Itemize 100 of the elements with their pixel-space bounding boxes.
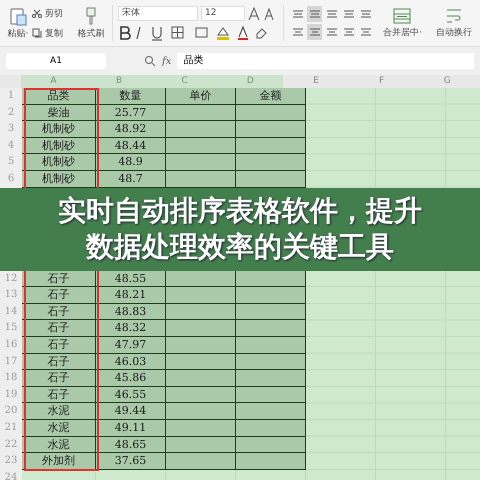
font-size-field[interactable]: 12 [201, 6, 245, 20]
table-cell: 水泥 [22, 403, 96, 420]
align-icon [292, 9, 304, 19]
table-cell [236, 170, 306, 188]
table-cell [236, 386, 306, 404]
table-cell [236, 354, 306, 370]
table-cell: 外加剂 [22, 453, 96, 470]
table-cell [236, 336, 306, 354]
table-cell [166, 354, 236, 370]
table-cell [166, 104, 236, 122]
align-icon [308, 9, 320, 19]
table-cell: 25.77 [96, 104, 166, 122]
align-icon [326, 9, 338, 19]
merge-center-button[interactable]: 合并居中· [379, 7, 426, 39]
table-cell: 石子 [22, 287, 96, 304]
table-cell: 48.9 [96, 154, 166, 171]
align-icon [342, 27, 354, 37]
name-box[interactable]: A1 [6, 53, 106, 69]
merge-icon [392, 7, 412, 25]
table-cell [236, 270, 306, 288]
table-cell: 48.7 [96, 170, 166, 188]
table-cell: 机制砂 [22, 170, 96, 188]
table-cell: 柴油 [22, 104, 96, 122]
table-cell: 机制砂 [22, 154, 96, 171]
table-cell: 石子 [22, 386, 96, 404]
formula-input[interactable]: 品类 [177, 53, 474, 69]
table-cell: 水泥 [22, 436, 96, 454]
table-cell: 48.65 [96, 436, 166, 454]
table-cell: 数量 [96, 88, 166, 105]
table-cell [236, 320, 306, 337]
table-cell: 48.44 [96, 138, 166, 154]
table-cell [236, 420, 306, 436]
copy-button[interactable]: 复制 [32, 26, 76, 40]
table-cell: 石子 [22, 270, 96, 288]
table-cell: 46.55 [96, 386, 166, 404]
table-cell: 48.92 [96, 121, 166, 138]
table-cell: 水泥 [22, 420, 96, 436]
align-icon [342, 9, 354, 19]
table-cell [236, 304, 306, 320]
font-format-icon[interactable] [118, 25, 268, 41]
paste-button[interactable]: 粘贴· [4, 6, 32, 40]
align-icon [360, 9, 372, 19]
table-cell [166, 121, 236, 138]
align-button[interactable] [307, 6, 322, 22]
table-cell [166, 403, 236, 420]
table-cell: 石子 [22, 370, 96, 387]
table-cell: 石子 [22, 304, 96, 320]
function-label[interactable]: fx [162, 56, 172, 66]
table-cell: 47.97 [96, 336, 166, 354]
table-cell [166, 170, 236, 188]
table-cell [236, 121, 306, 138]
align-icon [326, 27, 338, 37]
format-painter-button[interactable]: 格式刷 [76, 6, 106, 40]
table-cell [236, 370, 306, 387]
table-cell [166, 154, 236, 171]
table-cell [166, 320, 236, 337]
table-cell: 37.65 [96, 453, 166, 470]
table-cell: 46.03 [96, 354, 166, 370]
table-cell [236, 287, 306, 304]
table-cell: 45.86 [96, 370, 166, 387]
table-cell [166, 386, 236, 404]
align-icon [292, 27, 304, 37]
align-button[interactable] [307, 24, 322, 40]
table-cell: 48.55 [96, 270, 166, 288]
table-cell [236, 154, 306, 171]
table-cell [236, 436, 306, 454]
align-icon [360, 27, 372, 37]
table-cell: 石子 [22, 336, 96, 354]
font-family-field[interactable]: 宋体 [118, 6, 198, 20]
table-cell: 48.21 [96, 287, 166, 304]
table-cell [166, 304, 236, 320]
zoom-icon[interactable] [144, 55, 156, 67]
table-cell: 金额 [236, 88, 306, 105]
banner-title: 实时自动排序表格软件，提升数据处理效率的关键工具 [57, 193, 423, 266]
table-cell: 石子 [22, 354, 96, 370]
table-cell [236, 104, 306, 122]
table-cell [166, 270, 236, 288]
table-cell [236, 453, 306, 470]
table-cell: 单价 [166, 88, 236, 105]
table-cell: 机制砂 [22, 138, 96, 154]
scissors-icon [32, 8, 42, 18]
table-cell [166, 436, 236, 454]
table-cell: 机制砂 [22, 121, 96, 138]
cut-button[interactable]: 剪切 [32, 6, 76, 20]
copy-icon [32, 28, 42, 38]
table-cell [166, 287, 236, 304]
table-cell [236, 403, 306, 420]
table-cell [166, 138, 236, 154]
table-cell: 49.44 [96, 403, 166, 420]
table-cell [166, 453, 236, 470]
wrap-text-button[interactable]: 自动换行 [432, 7, 476, 39]
table-cell: 48.83 [96, 304, 166, 320]
table-cell: 49.11 [96, 420, 166, 436]
table-cell [166, 370, 236, 387]
table-cell [236, 138, 306, 154]
table-cell [166, 336, 236, 354]
table-cell: 石子 [22, 320, 96, 337]
table-cell [166, 420, 236, 436]
clipboard-icon [8, 6, 28, 26]
table-cell: 48.32 [96, 320, 166, 337]
